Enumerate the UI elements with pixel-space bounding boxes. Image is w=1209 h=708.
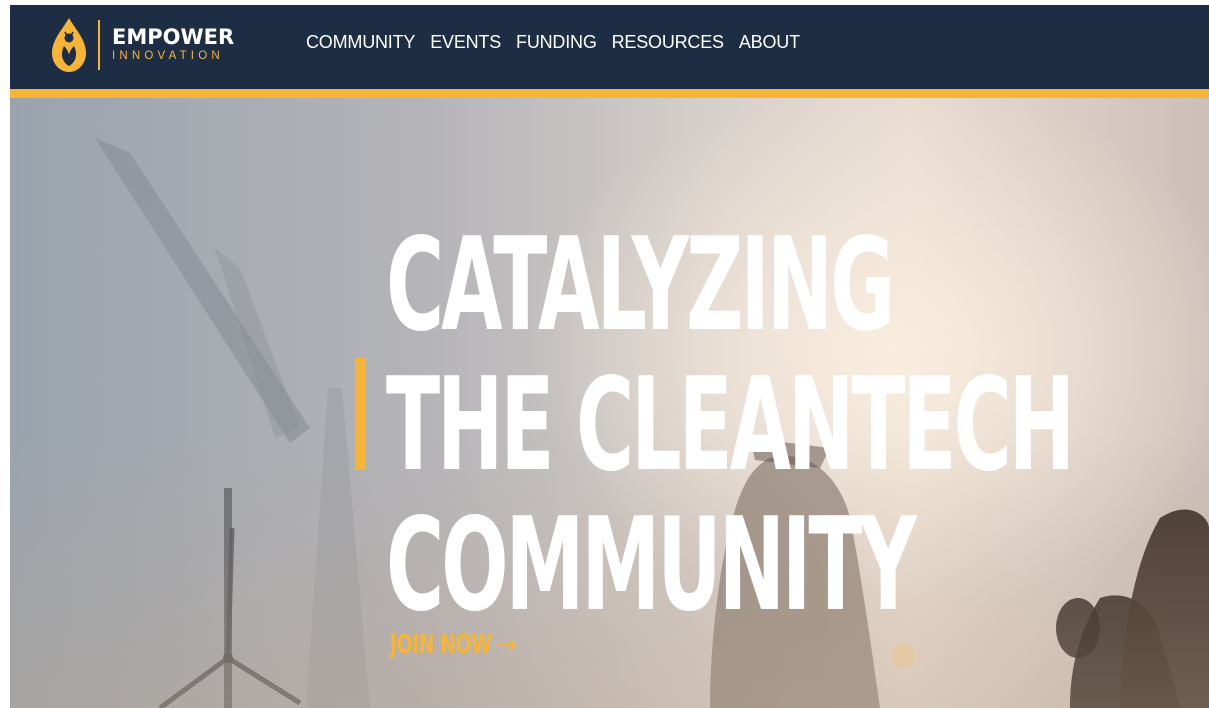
logo-primary-text: EMPOWER: [112, 25, 235, 50]
logo-wordmark: EMPOWER INNOVATION: [112, 27, 234, 63]
headline-line-3: COMMUNITY: [386, 491, 917, 640]
logo-divider: [98, 20, 100, 70]
drop-leaf-logo-icon: [52, 18, 86, 72]
hero-section: CATALYZING THE CLEANTECH COMMUNITY JOIN …: [10, 98, 1209, 708]
headline-line-2: THE CLEANTECH: [386, 351, 1075, 500]
logo-secondary-text: INNOVATION: [112, 50, 224, 63]
nav-item-about[interactable]: ABOUT: [739, 32, 800, 53]
top-navbar: EMPOWER INNOVATION COMMUNITY EVENTS FUND…: [10, 5, 1209, 89]
headline-line-1: CATALYZING: [386, 211, 895, 360]
headline-accent-bar: [355, 358, 366, 470]
nav-item-funding[interactable]: FUNDING: [516, 32, 597, 53]
nav-item-events[interactable]: EVENTS: [430, 32, 501, 53]
header-accent-rule: [10, 89, 1209, 98]
main-nav: COMMUNITY EVENTS FUNDING RESOURCES ABOUT: [306, 32, 800, 53]
nav-item-community[interactable]: COMMUNITY: [306, 32, 415, 53]
arrow-right-icon: →: [495, 630, 517, 660]
nav-item-resources[interactable]: RESOURCES: [612, 32, 724, 53]
join-now-label: JOIN NOW: [390, 630, 492, 660]
brand-logo-link[interactable]: EMPOWER INNOVATION: [50, 13, 234, 77]
hero-headline: CATALYZING THE CLEANTECH COMMUNITY: [386, 211, 1075, 640]
join-now-button[interactable]: JOIN NOW →: [390, 630, 517, 660]
page: EMPOWER INNOVATION COMMUNITY EVENTS FUND…: [10, 5, 1209, 708]
